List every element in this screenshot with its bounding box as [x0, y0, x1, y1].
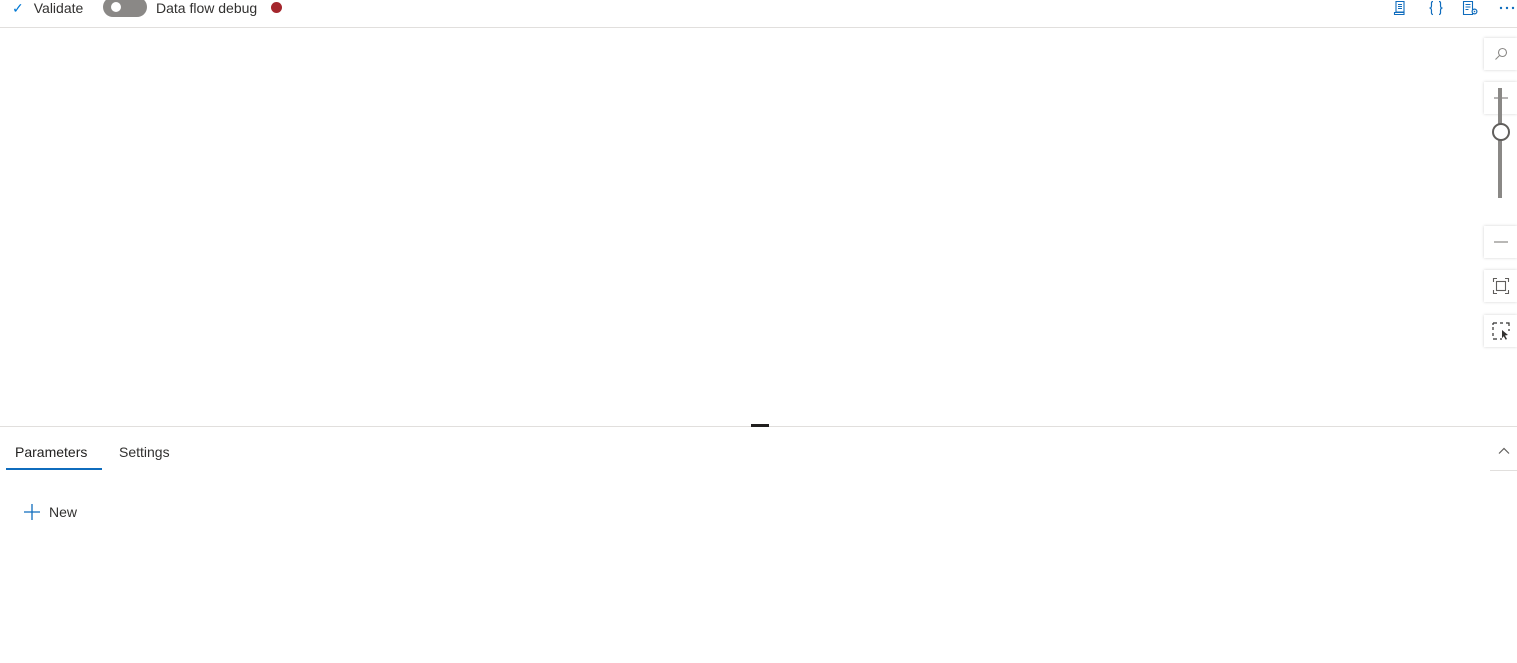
new-parameter-button[interactable]: New — [23, 502, 77, 522]
new-button-label: New — [49, 504, 78, 520]
tab-settings[interactable]: Settings — [119, 444, 170, 460]
validate-button[interactable]: ✓ Validate — [12, 0, 83, 16]
panel-divider — [1490, 470, 1517, 471]
search-button[interactable] — [1484, 38, 1517, 70]
collapse-panel-button[interactable] — [1490, 441, 1517, 461]
data-flow-debug-label: Data flow debug — [156, 0, 258, 16]
toolbar: ✓ Validate Data flow debug — [0, 0, 1517, 28]
checkmark-icon: ✓ — [12, 0, 24, 16]
zoom-out-button[interactable] — [1484, 226, 1517, 258]
data-flow-debug-toggle[interactable] — [103, 0, 147, 17]
fit-to-screen-icon — [1492, 277, 1509, 295]
select-area-button[interactable] — [1484, 315, 1517, 347]
tab-parameters[interactable]: Parameters — [15, 444, 87, 460]
zoom-slider-thumb[interactable] — [1492, 123, 1510, 141]
select-area-icon — [1491, 322, 1510, 340]
debug-status-indicator — [271, 2, 282, 13]
fit-to-screen-button[interactable] — [1484, 270, 1517, 302]
code-braces-icon[interactable] — [1426, 0, 1446, 16]
splitter-handle[interactable] — [751, 424, 769, 427]
design-canvas[interactable] — [0, 28, 1517, 426]
chevron-up-icon — [1498, 447, 1509, 454]
active-tab-indicator — [6, 468, 102, 470]
plus-icon — [23, 503, 41, 521]
toggle-knob — [111, 2, 121, 12]
script-icon[interactable] — [1390, 0, 1410, 16]
validate-label: Validate — [33, 0, 84, 16]
zoom-slider-track[interactable] — [1498, 88, 1502, 198]
data-flow-editor: ✓ Validate Data flow debug Parameters Se… — [0, 0, 1517, 663]
properties-icon[interactable] — [1460, 0, 1480, 16]
zoom-out-icon — [1493, 241, 1508, 243]
more-options-icon[interactable] — [1497, 0, 1517, 16]
search-icon — [1494, 47, 1507, 60]
